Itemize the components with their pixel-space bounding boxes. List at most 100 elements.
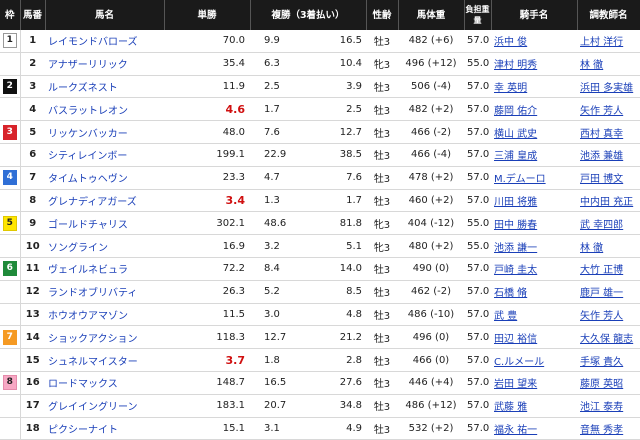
trainer-link[interactable]: 矢作 芳人	[580, 311, 623, 322]
trainer-link[interactable]: 池江 泰寿	[580, 402, 623, 413]
jockey-link[interactable]: 武 豊	[494, 311, 517, 322]
horse-link[interactable]: ロードマックス	[48, 379, 118, 390]
kinryo: 55.0	[464, 52, 491, 76]
waku-cell	[0, 303, 21, 327]
jockey-link[interactable]: 戸崎 圭太	[494, 265, 537, 276]
jockey-link[interactable]: 池添 謙一	[494, 243, 537, 254]
horse-link[interactable]: アナザーリリック	[48, 60, 128, 71]
trainer-link[interactable]: 池添 兼雄	[580, 151, 623, 162]
horse-link[interactable]: ヴェイルネビュラ	[48, 265, 128, 276]
win-odds: 26.3	[164, 280, 250, 304]
horse-weight: 462 (-2)	[398, 280, 464, 304]
trainer-link[interactable]: 矢作 芳人	[580, 106, 623, 117]
horse-link[interactable]: シティレインボー	[48, 151, 127, 162]
horse-link[interactable]: バスラットレオン	[48, 106, 128, 117]
table-header: 枠 馬番 馬名 単勝 複勝（3着払い） 性齢 馬体重 負担重量 騎手名 調教師名	[0, 0, 640, 30]
horse-weight: 478 (+2)	[398, 166, 464, 190]
place-odds-high: 1.7	[346, 194, 362, 206]
horse-link[interactable]: ソングライン	[48, 243, 108, 254]
horse-name-cell: ホウオウアマゾン	[45, 303, 164, 327]
horse-link[interactable]: ホウオウアマゾン	[48, 311, 128, 322]
jockey-link[interactable]: 武藤 雅	[494, 402, 527, 413]
sex-age: 牡3	[366, 303, 398, 327]
trainer-link[interactable]: 手塚 貴久	[580, 357, 623, 368]
trainer-link[interactable]: 大竹 正博	[580, 265, 623, 276]
sex-age: 牝3	[366, 234, 398, 258]
jockey-link[interactable]: 石橋 脩	[494, 288, 527, 299]
horse-weight: 460 (+2)	[398, 189, 464, 213]
place-odds-low: 3.1	[264, 422, 280, 434]
jockey-link[interactable]: M.デムーロ	[494, 174, 546, 185]
odds-table: 枠 馬番 馬名 単勝 複勝（3着払い） 性齢 馬体重 負担重量 騎手名 調教師名…	[0, 0, 640, 440]
trainer-cell: 林 徹	[577, 234, 640, 258]
jockey-link[interactable]: 田中 勝春	[494, 220, 537, 231]
jockey-link[interactable]: 藤岡 佑介	[494, 106, 537, 117]
sex-age: 牡3	[366, 120, 398, 144]
header-waku: 枠	[0, 0, 21, 30]
horse-link[interactable]: レイモンドバローズ	[48, 37, 138, 48]
place-odds: 1.8 2.8	[250, 348, 366, 372]
horse-number: 13	[20, 303, 45, 327]
sex-age: 牡3	[366, 257, 398, 281]
header-name: 馬名	[45, 0, 165, 30]
horse-number: 11	[20, 257, 45, 281]
trainer-link[interactable]: 大久保 龍志	[580, 334, 633, 345]
horse-weight: 482 (+6)	[398, 30, 464, 53]
jockey-link[interactable]: 川田 将雅	[494, 197, 537, 208]
sex-age: 牝3	[366, 52, 398, 76]
place-odds-high: 12.7	[339, 126, 362, 138]
table-row: 4 バスラットレオン 4.6 1.7 2.5 牡3 482 (+2) 57.0 藤岡 佑介 矢作 …	[0, 97, 640, 122]
horse-link[interactable]: グレナディアガーズ	[48, 197, 137, 208]
place-odds: 7.6 12.7	[250, 120, 366, 144]
table-row: 7 14 ショックアクション 118.3 12.7 21.2 牡3 496 (0) 57.0 田辺…	[0, 325, 640, 350]
horse-link[interactable]: シュネルマイスター	[48, 357, 138, 368]
jockey-link[interactable]: 津村 明秀	[494, 60, 537, 71]
trainer-link[interactable]: 上村 洋行	[580, 37, 623, 48]
horse-link[interactable]: グレイイングリーン	[48, 402, 138, 413]
jockey-link[interactable]: 福永 祐一	[494, 425, 537, 436]
trainer-link[interactable]: 鹿戸 雄一	[580, 288, 623, 299]
trainer-link[interactable]: 中内田 充正	[580, 197, 633, 208]
trainer-link[interactable]: 西村 真幸	[580, 129, 623, 140]
trainer-link[interactable]: 林 徹	[580, 60, 603, 71]
trainer-cell: 手塚 貴久	[577, 348, 640, 372]
jockey-link[interactable]: C.ルメール	[494, 357, 544, 368]
horse-number: 5	[20, 120, 45, 144]
win-odds: 15.1	[164, 417, 250, 440]
horse-link[interactable]: ランドオブリバティ	[48, 288, 137, 299]
horse-link[interactable]: ショックアクション	[48, 334, 138, 345]
horse-weight: 532 (+2)	[398, 417, 464, 440]
trainer-cell: 林 徹	[577, 52, 640, 76]
horse-link[interactable]: ピクシーナイト	[48, 425, 118, 436]
horse-name-cell: グレイイングリーン	[45, 394, 164, 418]
horse-weight: 446 (+4)	[398, 371, 464, 395]
jockey-link[interactable]: 浜中 俊	[494, 37, 527, 48]
trainer-link[interactable]: 藤原 英昭	[580, 379, 623, 390]
horse-link[interactable]: ゴールドチャリス	[48, 220, 128, 231]
horse-number: 18	[20, 417, 45, 440]
kinryo: 55.0	[464, 211, 491, 236]
trainer-link[interactable]: 音無 秀孝	[580, 425, 623, 436]
header-kinryo: 負担重量	[464, 0, 492, 30]
trainer-link[interactable]: 林 徹	[580, 243, 603, 254]
jockey-link[interactable]: 田辺 裕信	[494, 334, 537, 345]
jockey-link[interactable]: 三浦 皇成	[494, 151, 537, 162]
waku-badge: 4	[2, 170, 17, 186]
sex-age: 牡3	[366, 97, 398, 122]
jockey-link[interactable]: 岩田 望来	[494, 379, 537, 390]
trainer-link[interactable]: 武 幸四郎	[580, 220, 623, 231]
jockey-link[interactable]: 幸 英明	[494, 83, 527, 94]
win-odds: 199.1	[164, 143, 250, 167]
jockey-cell: 川田 将雅	[491, 189, 577, 213]
horse-link[interactable]: タイムトゥヘヴン	[48, 174, 128, 185]
waku-cell: 4	[0, 166, 21, 190]
horse-link[interactable]: リッケンバッカー	[48, 129, 128, 140]
jockey-link[interactable]: 横山 武史	[494, 129, 537, 140]
win-odds: 11.9	[164, 75, 250, 99]
horse-link[interactable]: ルークズネスト	[48, 83, 118, 94]
trainer-link[interactable]: 浜田 多実雄	[580, 83, 633, 94]
trainer-link[interactable]: 戸田 博文	[580, 174, 623, 185]
waku-cell	[0, 189, 21, 213]
place-odds-low: 1.8	[264, 354, 280, 366]
header-tansho: 単勝	[164, 0, 251, 30]
